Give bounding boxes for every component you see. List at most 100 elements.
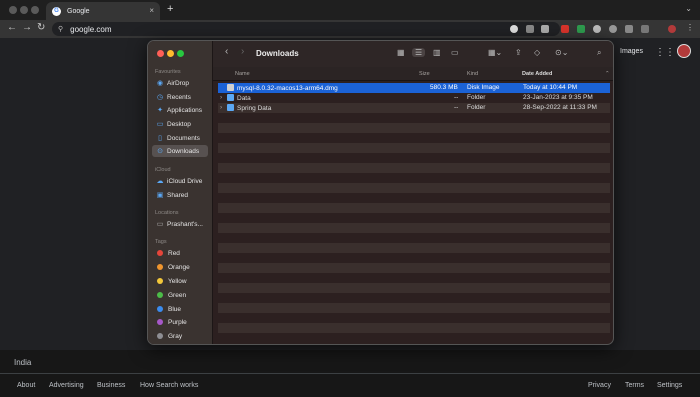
github-extension-icon[interactable]: [609, 25, 617, 33]
tag-label: Red: [168, 249, 180, 257]
finder-minimize-button[interactable]: [167, 50, 174, 57]
sidebar-tag-purple[interactable]: Purple: [152, 316, 208, 328]
sidebar-item-shared[interactable]: ▣ Shared: [152, 189, 208, 201]
empty-row: [218, 223, 610, 233]
disclosure-chevron-icon[interactable]: ›: [220, 104, 222, 111]
sidebar-tag-gray[interactable]: Gray: [152, 330, 208, 342]
account-avatar[interactable]: [677, 44, 691, 58]
google-lens-icon[interactable]: [510, 25, 518, 33]
document-icon: ▯: [158, 135, 162, 142]
computer-icon: ▭: [156, 221, 164, 228]
forward-chevron-icon[interactable]: ›: [241, 46, 244, 57]
column-name[interactable]: Name: [235, 71, 250, 77]
extension-icon[interactable]: [593, 25, 601, 33]
share-icon[interactable]: [526, 25, 534, 33]
forward-button[interactable]: →: [22, 22, 32, 33]
site-info-icon[interactable]: ⚲: [58, 25, 63, 33]
sidebar-item-applications[interactable]: ✦ Applications: [152, 104, 208, 116]
file-kind: Folder: [467, 104, 486, 111]
share-icon[interactable]: ⇪: [515, 48, 522, 57]
sidebar-item-documents[interactable]: ▯ Documents: [152, 132, 208, 144]
empty-row: [218, 303, 610, 313]
url-text: google.com: [70, 24, 112, 34]
empty-row: [218, 173, 610, 183]
finder-sidebar: Favourites ◉ AirDrop ◷ Recents ✦ Applica…: [148, 41, 213, 344]
sidebar-item-recents[interactable]: ◷ Recents: [152, 91, 208, 103]
search-icon[interactable]: ⌕: [597, 48, 601, 58]
sidebar-item-icloud-drive[interactable]: ☁ iCloud Drive: [152, 175, 208, 187]
tab-search-icon[interactable]: ⌄: [685, 4, 692, 13]
google-favicon-icon: G: [52, 6, 61, 16]
finder-window: Favourites ◉ AirDrop ◷ Recents ✦ Applica…: [147, 40, 614, 345]
file-row[interactable]: mysql-8.0.32-macos13-arm64.dmg 580.3 MB …: [218, 83, 610, 93]
sidebar-item-downloads[interactable]: ⊙ Downloads: [152, 145, 208, 157]
tag-label: Gray: [168, 332, 183, 340]
file-date: Today at 10:44 PM: [523, 84, 578, 91]
minimize-window-button[interactable]: [20, 6, 28, 14]
bookmark-star-icon[interactable]: [541, 25, 549, 33]
footer-link-privacy[interactable]: Privacy: [588, 382, 611, 389]
sidebar-tag-yellow[interactable]: Yellow: [152, 275, 208, 287]
group-by-icon[interactable]: ▦⌄: [488, 48, 502, 57]
finder-zoom-button[interactable]: [177, 50, 184, 57]
zoom-window-button[interactable]: [31, 6, 39, 14]
reload-button[interactable]: ↻: [37, 22, 45, 33]
empty-row: [218, 213, 610, 223]
tag-dot-icon: [157, 319, 163, 325]
empty-row: [218, 233, 610, 243]
back-button[interactable]: ←: [7, 22, 17, 33]
extension-icon[interactable]: [577, 25, 585, 33]
sidebar-item-desktop[interactable]: ▭ Desktop: [152, 118, 208, 130]
tab-google[interactable]: G Google ×: [46, 2, 160, 20]
tag-dot-icon: [157, 333, 163, 339]
sidebar-tag-orange[interactable]: Orange: [152, 261, 208, 273]
footer-link-advertising[interactable]: Advertising: [49, 382, 84, 389]
profile-avatar[interactable]: [668, 25, 676, 33]
finder-close-button[interactable]: [157, 50, 164, 57]
file-size: --: [454, 94, 459, 101]
file-row[interactable]: › Data -- Folder 23-Jan-2023 at 9:35 PM: [218, 93, 610, 103]
sidebar-tag-blue[interactable]: Blue: [152, 303, 208, 315]
side-panel-icon[interactable]: [641, 25, 649, 33]
sidebar-tag-red[interactable]: Red: [152, 247, 208, 259]
gallery-view-icon[interactable]: ▭: [451, 48, 459, 57]
footer-link-how-search-works[interactable]: How Search works: [140, 382, 198, 389]
adblock-extension-icon[interactable]: [561, 25, 569, 33]
empty-row: [218, 163, 610, 173]
column-size[interactable]: Size: [419, 71, 430, 77]
tag-icon[interactable]: ◇: [534, 48, 540, 57]
close-window-button[interactable]: [9, 6, 17, 14]
footer-link-business[interactable]: Business: [97, 382, 125, 389]
tab-title: Google: [67, 7, 90, 15]
column-kind[interactable]: Kind: [467, 71, 478, 77]
list-view-icon[interactable]: ☰: [412, 48, 426, 57]
sidebar-item-computer[interactable]: ▭ Prashant's...: [152, 218, 208, 230]
column-date-added[interactable]: Date Added: [522, 71, 552, 77]
new-tab-button[interactable]: +: [167, 3, 173, 15]
images-link[interactable]: Images: [620, 48, 643, 55]
file-size: 580.3 MB: [430, 84, 458, 91]
file-name: Spring Data: [227, 104, 271, 112]
column-view-icon[interactable]: ▥: [433, 48, 441, 57]
sidebar-item-airdrop[interactable]: ◉ AirDrop: [152, 77, 208, 89]
extensions-puzzle-icon[interactable]: [625, 25, 633, 33]
icon-view-icon[interactable]: ▦: [397, 48, 405, 57]
empty-row: [218, 143, 610, 153]
empty-row: [218, 273, 610, 283]
footer-link-settings[interactable]: Settings: [657, 382, 682, 389]
disclosure-chevron-icon[interactable]: ›: [220, 94, 222, 101]
file-row[interactable]: › Spring Data -- Folder 28-Sep-2022 at 1…: [218, 103, 610, 113]
tag-label: Yellow: [168, 277, 187, 285]
browser-menu-icon[interactable]: ⋮: [686, 23, 694, 32]
address-bar[interactable]: ⚲ google.com: [52, 22, 560, 36]
downloads-icon: ⊙: [157, 148, 163, 155]
more-actions-icon[interactable]: ⊙⌄: [555, 48, 568, 57]
sidebar-item-label: AirDrop: [167, 79, 190, 87]
footer-link-terms[interactable]: Terms: [625, 382, 644, 389]
back-chevron-icon[interactable]: ‹: [225, 46, 228, 57]
empty-row: [218, 263, 610, 273]
footer-link-about[interactable]: About: [17, 382, 35, 389]
sidebar-tag-green[interactable]: Green: [152, 289, 208, 301]
close-tab-icon[interactable]: ×: [149, 6, 154, 15]
apps-grid-icon[interactable]: ⋮⋮: [655, 47, 675, 58]
